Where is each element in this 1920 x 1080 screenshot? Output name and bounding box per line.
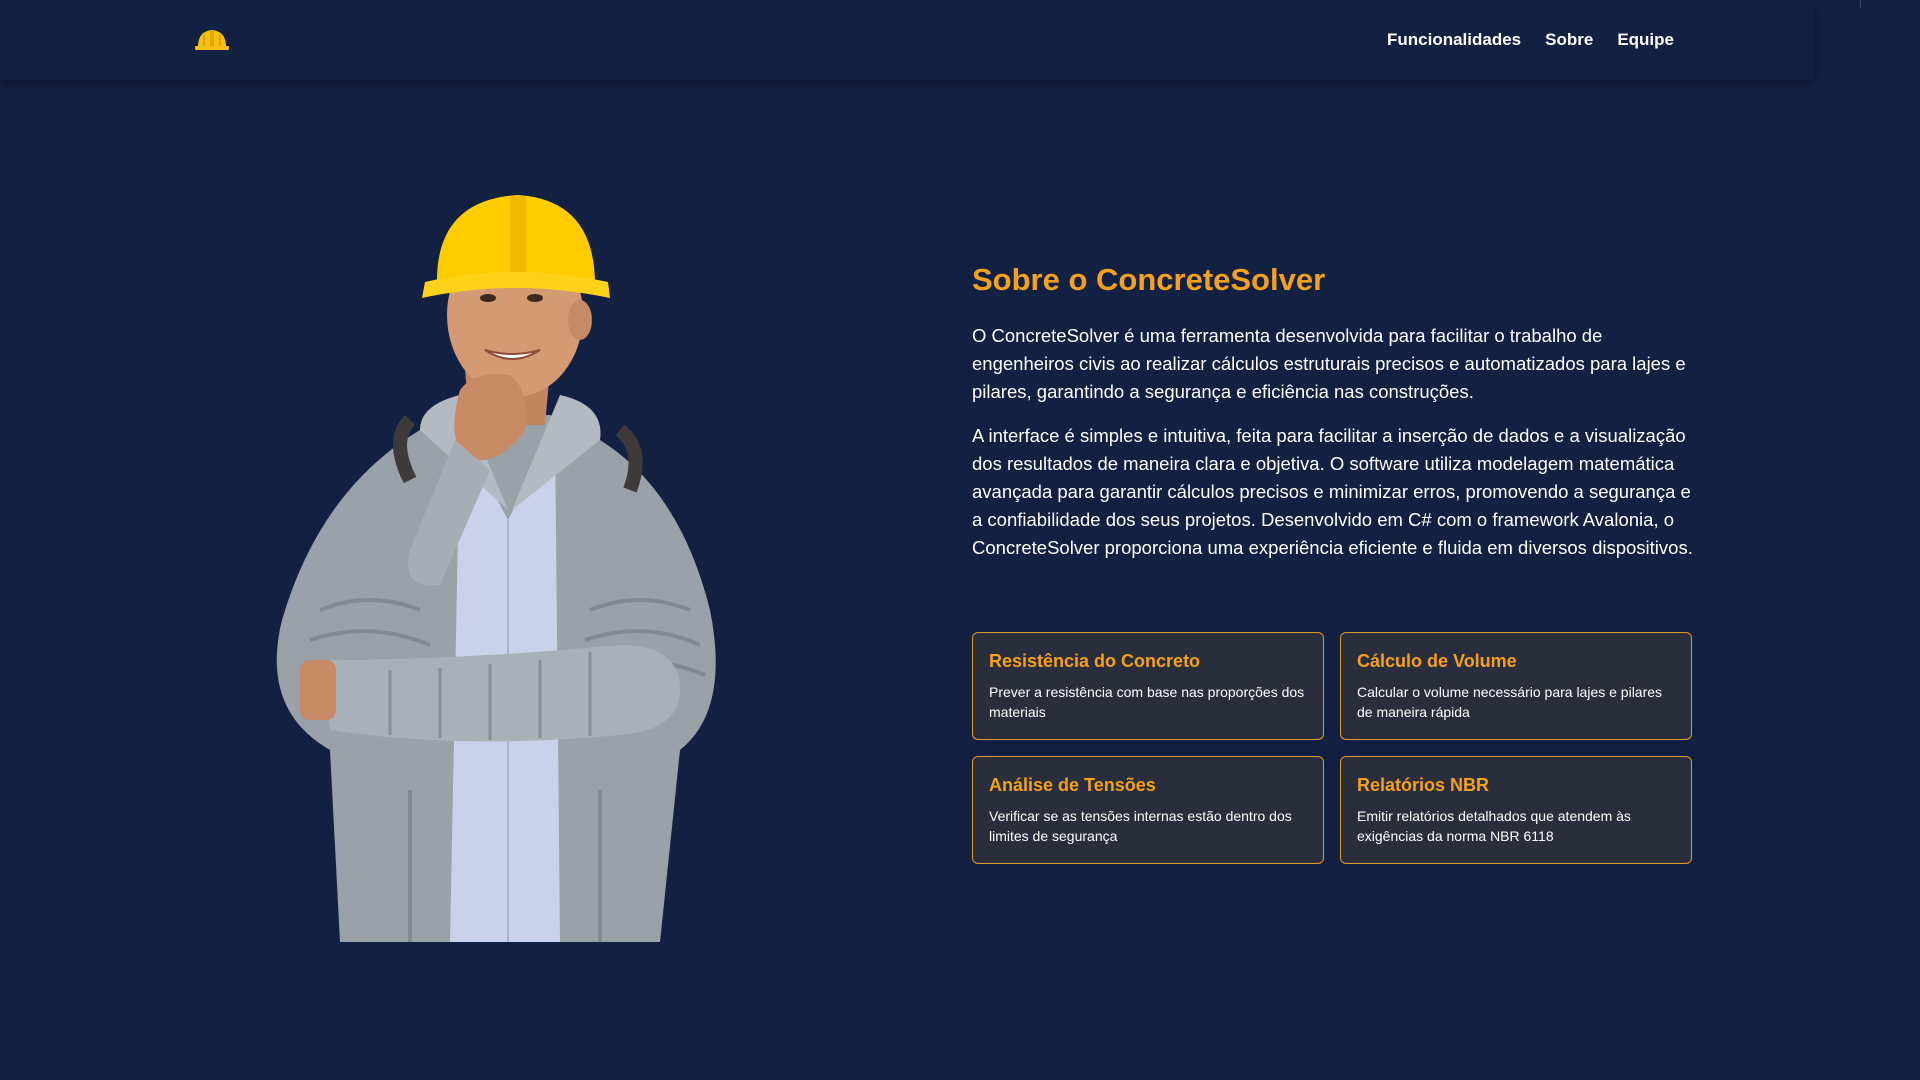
about-paragraph-2: A interface é simples e intuitiva, feita… [972,425,1693,558]
nav-link-sobre[interactable]: Sobre [1545,30,1593,50]
feature-card-title: Cálculo de Volume [1357,651,1517,671]
feature-card-description: Prever a resistência com base nas propor… [989,684,1305,720]
feature-card-tensoes[interactable]: Análise de Tensões Verificar se as tensõ… [972,756,1324,864]
feature-card-title: Análise de Tensões [989,775,1156,795]
header-divider [1860,0,1861,8]
feature-card-title: Resistência do Concreto [989,651,1201,671]
site-header: Funcionalidades Sobre Equipe [0,0,1815,80]
about-paragraph-1: O ConcreteSolver é uma ferramenta desenv… [972,325,1686,402]
about-title: Sobre o ConcreteSolver [972,262,1326,297]
feature-card-description: Emitir relatórios detalhados que atendem… [1357,808,1631,844]
about-section: Sobre o ConcreteSolver O ConcreteSolver … [972,262,1694,578]
nav-link-funcionalidades[interactable]: Funcionalidades [1387,30,1521,50]
feature-cards: Resistência do Concreto Prever a resistê… [972,632,1694,864]
feature-card-description: Calcular o volume necessário para lajes … [1357,684,1663,720]
feature-card-title: Relatórios NBR [1357,775,1490,795]
nav-link-equipe[interactable]: Equipe [1617,30,1674,50]
feature-card-resistencia[interactable]: Resistência do Concreto Prever a resistê… [972,632,1324,740]
main-nav: Funcionalidades Sobre Equipe [1387,0,1815,80]
hard-hat-icon[interactable] [194,26,230,52]
feature-card-relatorios[interactable]: Relatórios NBR Emitir relatórios detalha… [1340,756,1692,864]
construction-engineer-photo [276,195,716,942]
feature-card-description: Verificar se as tensões internas estão d… [989,808,1292,844]
feature-card-volume[interactable]: Cálculo de Volume Calcular o volume nece… [1340,632,1692,740]
page: Funcionalidades Sobre Equipe Sobre o Con… [0,0,1920,1080]
